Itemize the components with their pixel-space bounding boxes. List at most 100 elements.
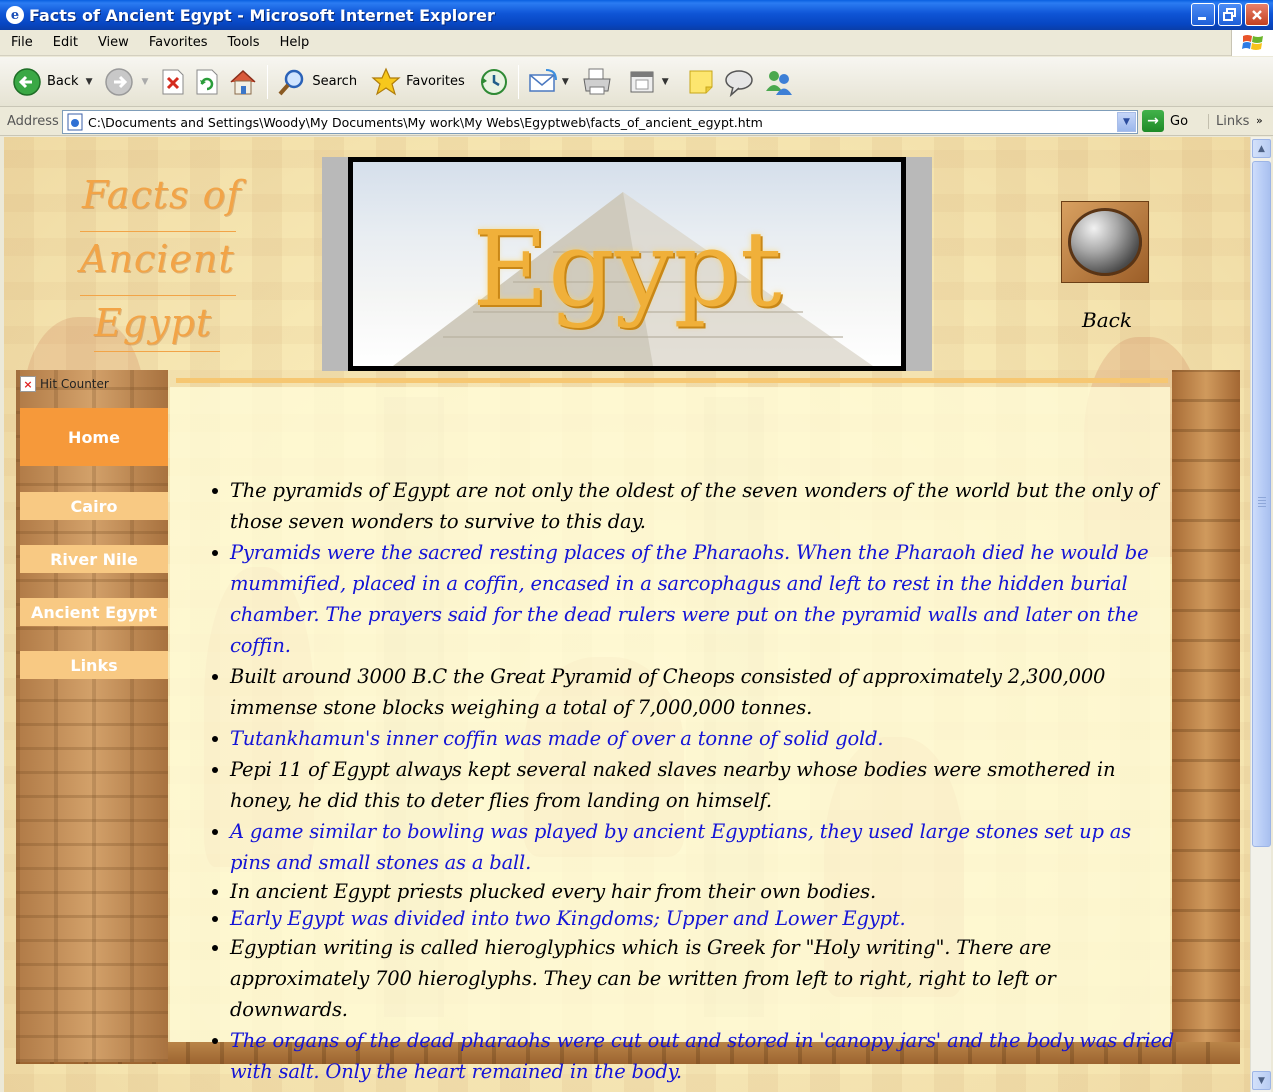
nav-links-button[interactable]: Links bbox=[20, 651, 168, 679]
banner-image: Egypt bbox=[348, 157, 906, 371]
stop-button[interactable] bbox=[156, 62, 190, 102]
egypt-banner: Egypt bbox=[322, 157, 932, 371]
menu-tools[interactable]: Tools bbox=[218, 35, 270, 50]
search-button[interactable]: Search bbox=[273, 62, 361, 102]
mail-button[interactable]: ▼ bbox=[524, 62, 577, 102]
search-label: Search bbox=[312, 74, 358, 89]
fact-item: Tutankhamun's inner coffin was made of o… bbox=[212, 723, 1175, 754]
print-icon bbox=[583, 68, 611, 94]
go-label: Go bbox=[1170, 113, 1189, 129]
back-shield-button[interactable] bbox=[1061, 201, 1149, 283]
address-bar: Address C:\Documents and Settings\Woody\… bbox=[0, 108, 1273, 136]
scroll-up-arrow-icon[interactable]: ▲ bbox=[1252, 139, 1271, 158]
content-panel: The pyramids of Egypt are not only the o… bbox=[170, 387, 1174, 1083]
restore-button[interactable] bbox=[1218, 3, 1242, 26]
address-input[interactable]: C:\Documents and Settings\Woody\My Docum… bbox=[62, 110, 1138, 134]
hieroglyph-column-right bbox=[1172, 370, 1240, 1062]
fact-item: Pyramids were the sacred resting places … bbox=[212, 537, 1175, 661]
window-title: Facts of Ancient Egypt - Microsoft Inter… bbox=[29, 5, 495, 25]
forward-arrow-icon bbox=[105, 67, 134, 96]
shield-icon bbox=[1068, 208, 1142, 276]
windows-flag-icon bbox=[1241, 35, 1263, 50]
scroll-thumb[interactable] bbox=[1252, 161, 1271, 847]
notes-button[interactable] bbox=[683, 62, 719, 102]
close-button[interactable] bbox=[1245, 3, 1269, 26]
page-icon bbox=[67, 113, 83, 131]
standard-toolbar: Back ▼ ▼ Search Favorites ▼ ▼ bbox=[0, 57, 1273, 107]
logo-word-egypt: Egypt bbox=[94, 301, 213, 345]
nav-cairo-button[interactable]: Cairo bbox=[20, 492, 168, 520]
logo-rule bbox=[80, 295, 236, 296]
menu-bar: File Edit View Favorites Tools Help bbox=[0, 30, 1273, 56]
favorites-button[interactable]: Favorites bbox=[367, 62, 469, 102]
messenger-button[interactable] bbox=[759, 62, 799, 102]
fact-item: Early Egypt was divided into two Kingdom… bbox=[212, 905, 1175, 932]
logo-word-ancient: Ancient bbox=[80, 237, 235, 281]
edit-page-button[interactable]: ▼ bbox=[625, 62, 677, 102]
title-bar: e Facts of Ancient Egypt - Microsoft Int… bbox=[0, 0, 1273, 30]
toolbar-separator bbox=[517, 64, 519, 99]
forward-dropdown-icon[interactable]: ▼ bbox=[141, 77, 148, 87]
fact-item: The organs of the dead pharaohs were cut… bbox=[212, 1025, 1175, 1087]
favorites-label: Favorites bbox=[406, 74, 465, 89]
edit-dropdown-icon[interactable]: ▼ bbox=[662, 77, 669, 87]
edit-window-icon bbox=[630, 71, 654, 92]
hieroglyph-sidebar bbox=[16, 370, 168, 1062]
fact-item: In ancient Egypt priests plucked every h… bbox=[212, 878, 1175, 905]
menu-file[interactable]: File bbox=[0, 35, 43, 50]
history-button[interactable] bbox=[475, 62, 513, 102]
refresh-icon bbox=[196, 69, 218, 94]
messenger-icon bbox=[765, 70, 792, 95]
home-button[interactable] bbox=[224, 62, 262, 102]
back-dropdown-icon[interactable]: ▼ bbox=[86, 77, 93, 87]
address-label: Address bbox=[7, 114, 59, 129]
menu-favorites[interactable]: Favorites bbox=[139, 35, 218, 50]
logo-rule bbox=[80, 231, 236, 232]
fact-item: Pepi 11 of Egypt always kept several nak… bbox=[212, 754, 1175, 816]
refresh-button[interactable] bbox=[190, 62, 224, 102]
window-controls bbox=[1191, 3, 1269, 26]
ie-icon: e bbox=[6, 6, 24, 24]
mail-dropdown-icon[interactable]: ▼ bbox=[562, 77, 569, 87]
back-label: Back bbox=[47, 74, 79, 89]
back-arrow-icon bbox=[13, 67, 41, 96]
favorites-star-icon bbox=[371, 67, 401, 95]
hit-counter-label: Hit Counter bbox=[40, 377, 109, 391]
nav-home-button[interactable]: Home bbox=[20, 408, 168, 466]
discuss-icon bbox=[724, 69, 753, 97]
print-button[interactable] bbox=[577, 62, 617, 102]
header-divider bbox=[176, 378, 1168, 383]
close-icon bbox=[1252, 9, 1262, 20]
back-link[interactable]: Back bbox=[1082, 308, 1132, 332]
history-icon bbox=[480, 68, 507, 95]
hit-counter: × Hit Counter bbox=[20, 376, 109, 392]
minimize-icon bbox=[1198, 16, 1206, 20]
discuss-button[interactable] bbox=[719, 62, 759, 102]
mail-icon bbox=[529, 68, 557, 92]
forward-button[interactable]: ▼ bbox=[100, 62, 156, 102]
search-icon bbox=[278, 69, 304, 95]
page-viewport: Facts of Ancient Egypt Egypt Back × Hit … bbox=[0, 137, 1252, 1092]
links-toolbar-label[interactable]: Links bbox=[1208, 114, 1249, 129]
menu-view[interactable]: View bbox=[88, 35, 139, 50]
fact-item: Egyptian writing is called hieroglyphics… bbox=[212, 932, 1175, 1025]
menu-edit[interactable]: Edit bbox=[43, 35, 88, 50]
logo-rule bbox=[94, 351, 220, 352]
minimize-button[interactable] bbox=[1191, 3, 1215, 26]
menu-help[interactable]: Help bbox=[270, 35, 320, 50]
nav-ancient-egypt-button[interactable]: Ancient Egypt bbox=[20, 598, 168, 626]
banner-title: Egypt bbox=[472, 208, 782, 330]
nav-river-nile-button[interactable]: River Nile bbox=[20, 545, 168, 573]
links-chevron-icon[interactable]: » bbox=[1256, 114, 1263, 127]
go-arrow-icon: → bbox=[1142, 110, 1164, 132]
broken-image-icon: × bbox=[20, 376, 36, 392]
vertical-scrollbar[interactable]: ▲ ▼ bbox=[1250, 137, 1271, 1092]
back-button[interactable]: Back ▼ bbox=[8, 62, 100, 102]
go-button[interactable]: → Go bbox=[1142, 110, 1188, 132]
toolbar-separator bbox=[267, 64, 269, 99]
scroll-down-arrow-icon[interactable]: ▼ bbox=[1252, 1071, 1271, 1090]
restore-icon bbox=[1223, 7, 1236, 21]
notes-icon bbox=[689, 70, 713, 93]
address-dropdown-icon[interactable]: ▼ bbox=[1117, 112, 1136, 132]
facts-list: The pyramids of Egypt are not only the o… bbox=[212, 475, 1175, 1087]
